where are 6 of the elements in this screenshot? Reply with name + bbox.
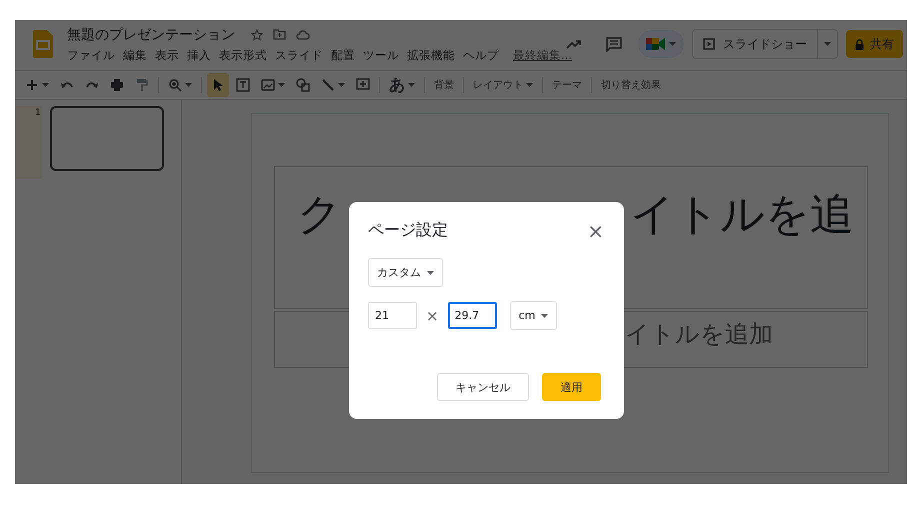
times-sign: ×: [426, 306, 439, 324]
slide-number: 1: [35, 108, 41, 118]
dialog-title: ページ設定: [368, 220, 448, 241]
subtitle-text: イトルを追加: [625, 320, 773, 348]
title-text: イトルを追: [630, 189, 854, 242]
title-text: ク: [297, 189, 342, 242]
